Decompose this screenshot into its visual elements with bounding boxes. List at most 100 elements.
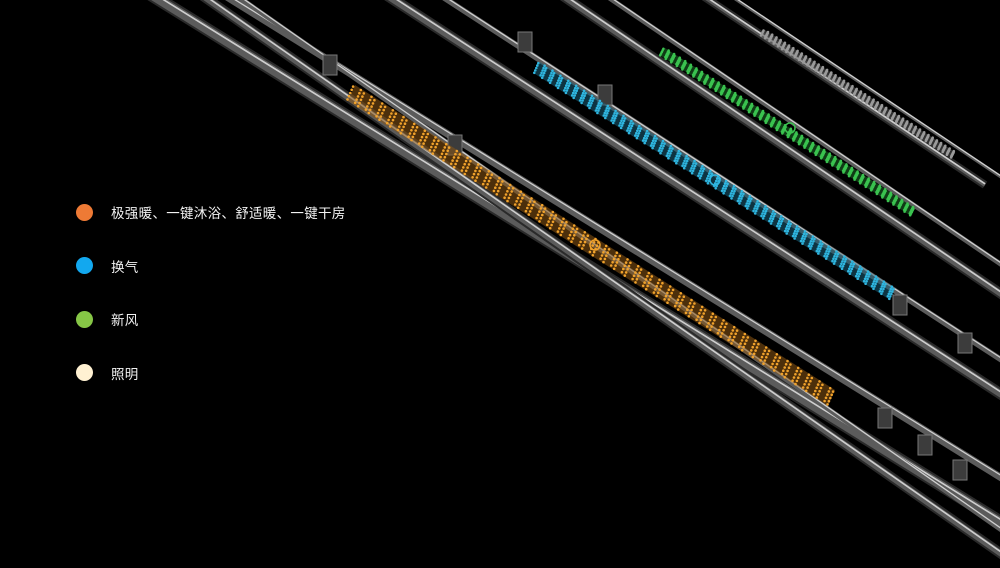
heating-module-hole — [658, 278, 661, 282]
heating-module-hole — [733, 335, 736, 339]
ventilation-module-hole — [542, 66, 545, 70]
heating-module-hole — [580, 237, 584, 240]
ventilation-module-hole — [760, 214, 763, 218]
heating-module-hole — [531, 203, 535, 207]
heating-module-hole — [602, 251, 605, 254]
heating-module-hole — [494, 186, 497, 189]
ventilation-module-hole — [813, 237, 816, 241]
heating-module-hole — [617, 257, 620, 261]
ventilation-module-hole — [762, 209, 765, 213]
heating-module-hole — [422, 142, 425, 145]
lighting-module-hole — [856, 96, 860, 100]
heating-module-hole — [762, 352, 765, 356]
ventilation-module-hole — [673, 159, 677, 162]
ventilation-module-hole — [779, 222, 783, 225]
ventilation-module-hole — [596, 104, 600, 107]
heating-module-hole — [783, 376, 787, 379]
ventilation-module-hole — [753, 207, 756, 210]
heating-module-hole — [725, 322, 728, 326]
heating-module-hole — [751, 355, 755, 359]
lighting-module-hole — [827, 77, 830, 81]
fresh-air-module-hole — [808, 149, 812, 153]
heating-module-hole — [652, 291, 656, 294]
ventilation-module-hole — [590, 101, 593, 105]
heating-module-hole — [521, 196, 524, 200]
ventilation-module-hole — [587, 101, 591, 105]
ventilation-module-hole — [756, 204, 760, 208]
legend-item-lighting: 照明 — [76, 361, 346, 385]
heating-module-hole — [819, 386, 823, 390]
heating-module-hole — [362, 92, 366, 95]
ventilation-module-hole — [843, 255, 846, 258]
ventilation-module-hole — [556, 86, 560, 90]
heating-module-hole — [519, 190, 523, 193]
heating-module-hole — [400, 128, 404, 132]
heating-module-hole — [396, 128, 400, 132]
ventilation-module-hole — [615, 112, 619, 115]
ventilation-module-hole — [549, 74, 552, 77]
ventilation-module-hole — [666, 152, 670, 155]
heating-module-hole — [679, 301, 683, 305]
ventilation-module-hole — [595, 106, 599, 110]
heating-module-hole — [701, 315, 704, 319]
ventilation-module-hole — [884, 282, 887, 286]
fresh-air-module-hole — [742, 107, 745, 110]
heating-dot-icon — [76, 203, 93, 221]
ventilation-module-hole — [835, 250, 838, 253]
ventilation-module-hole — [722, 184, 726, 188]
ventilation-module-hole — [807, 244, 811, 248]
ventilation-module-hole — [811, 242, 814, 246]
heating-module-hole — [774, 366, 777, 369]
ventilation-module-hole — [665, 154, 669, 157]
ventilation-module-hole — [752, 209, 755, 213]
ventilation-module-hole — [684, 157, 687, 160]
heating-module-hole — [432, 139, 436, 142]
ventilation-module-hole — [780, 220, 784, 223]
heating-module-hole — [670, 291, 673, 295]
heating-module-hole — [402, 125, 405, 129]
ventilation-module-hole — [804, 235, 807, 238]
heating-module-hole — [767, 349, 771, 353]
ventilation-module-hole — [690, 171, 694, 175]
heating-module-hole — [349, 91, 352, 95]
heating-module-hole — [381, 112, 384, 115]
ventilation-module-hole — [550, 76, 554, 80]
heating-module-hole — [798, 373, 801, 376]
ventilation-module-hole — [606, 104, 610, 108]
ventilation-module-hole — [614, 114, 618, 118]
heating-module-hole — [452, 156, 456, 159]
ventilation-module-hole — [628, 124, 631, 128]
heating-module-hole — [558, 227, 561, 230]
ventilation-module-hole — [611, 121, 615, 125]
ventilation-module-hole — [796, 230, 799, 233]
heating-module-hole — [604, 244, 608, 248]
ventilation-module-hole — [707, 174, 710, 178]
heating-module-hole — [412, 122, 416, 126]
heating-module-hole — [398, 125, 401, 128]
heating-module-hole — [671, 288, 675, 292]
ventilation-module-hole — [548, 76, 551, 80]
heating-module-hole — [415, 126, 419, 129]
ventilation-module-hole — [573, 86, 577, 90]
ventilation-module-hole — [881, 282, 885, 286]
ventilation-module-hole — [690, 167, 693, 170]
ventilation-module-hole — [536, 64, 539, 67]
heating-module-hole — [797, 376, 800, 380]
heating-module-hole — [595, 244, 599, 247]
heating-module-hole — [780, 372, 784, 376]
ventilation-module-hole — [800, 237, 804, 240]
ventilation-module-hole — [599, 104, 602, 108]
lighting-module-hole — [844, 88, 847, 91]
ventilation-module-hole — [645, 137, 648, 140]
heating-module-hole — [423, 129, 427, 132]
ventilation-module-hole — [747, 204, 750, 208]
ventilation-module-hole — [552, 71, 556, 75]
heating-module-hole — [475, 176, 479, 179]
ventilation-module-hole — [685, 154, 688, 158]
ventilation-module-hole — [826, 252, 830, 256]
ventilation-module-hole — [770, 219, 774, 223]
ventilation-module-hole — [878, 290, 882, 293]
heating-module-hole — [631, 277, 634, 281]
ventilation-module-hole — [858, 272, 861, 276]
heating-module-hole — [477, 173, 480, 176]
